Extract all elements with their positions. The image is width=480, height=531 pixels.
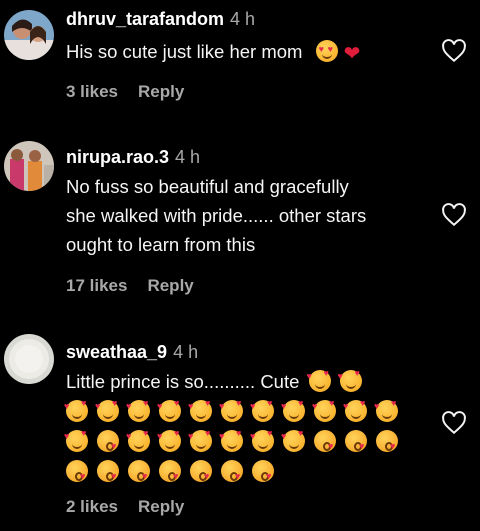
username[interactable]: dhruv_tarafandom [66, 9, 224, 29]
emoji-row: ♥ ♥ ♥ ♥ ♥ ♥ ♥ ♥ ♥ ♥ ♥ ♥ ♥ ♥ ♥ ♥ ♥ ♥ ♥ ♥ ♥ ♥ [64, 397, 440, 427]
emoji-row: ♥ ♥ ♥ ♥ ♥ ♥ ♥ [66, 457, 440, 487]
face-blowing-kiss-icon: ♥ [190, 460, 212, 482]
smiling-face-with-hearts-icon: ♥ ♥ [250, 429, 274, 452]
face-blowing-kiss-icon: ♥ [252, 460, 274, 482]
likes-count[interactable]: 3 likes [66, 82, 118, 101]
username[interactable]: sweathaa_9 [66, 342, 167, 362]
face-blowing-kiss-icon: ♥ [97, 430, 119, 452]
comment-header: dhruv_tarafandom 4 h [66, 9, 255, 30]
emoji-row: ♥ ♥ ♥ ♥ ♥ ♥ ♥ ♥ ♥ ♥ ♥ ♥ ♥ ♥ ♥ ♥ ♥ ♥ [64, 427, 440, 457]
comment-line: ought to learn from this [66, 234, 256, 255]
comment-text: Little prince is so.......... Cute ♥ ♥ ♥ ♥ … [64, 367, 440, 487]
comment-line: Little prince is so.......... Cute ♥ ♥ ♥ ♥ [66, 367, 440, 397]
smiling-face-with-hearts-icon: ♥ ♥ [307, 369, 331, 392]
comment-line: No fuss so beautiful and gracefully [66, 176, 349, 197]
smiling-face-with-hearts-icon: ♥ ♥ [157, 429, 181, 452]
face-blowing-kiss-icon: ♥ [376, 430, 398, 452]
comment-text: No fuss so beautiful and gracefully she … [66, 172, 418, 259]
smiling-face-with-hearts-icon: ♥ ♥ [250, 399, 274, 422]
like-heart-icon[interactable] [440, 202, 468, 228]
face-blowing-kiss-icon: ♥ [345, 430, 367, 452]
likes-count[interactable]: 2 likes [66, 497, 118, 516]
reply-button[interactable]: Reply [138, 497, 184, 516]
smiling-face-with-hearts-icon: ♥ ♥ [281, 399, 305, 422]
likes-count[interactable]: 17 likes [66, 276, 127, 295]
smiling-face-with-hearts-icon: ♥ ♥ [64, 429, 88, 452]
red-heart-icon: ❤ [343, 43, 361, 65]
smiling-face-with-hearts-icon: ♥ ♥ [338, 369, 362, 392]
reply-button[interactable]: Reply [138, 82, 184, 101]
smiling-face-with-hearts-icon: ♥ ♥ [64, 399, 88, 422]
smiling-face-with-hearts-icon: ♥ ♥ [188, 399, 212, 422]
face-blowing-kiss-icon: ♥ [97, 460, 119, 482]
face-blowing-kiss-icon: ♥ [128, 460, 150, 482]
smiling-face-with-hearts-icon: ♥ ♥ [219, 429, 243, 452]
smiling-face-with-hearts-icon: ♥ ♥ [126, 429, 150, 452]
comment-meta: 17 likes Reply [66, 276, 194, 296]
smiling-face-with-hearts-icon: ♥ ♥ [157, 399, 181, 422]
face-blowing-kiss-icon: ♥ [221, 460, 243, 482]
timestamp: 4 h [230, 9, 256, 29]
like-heart-icon[interactable] [440, 38, 468, 64]
reply-button[interactable]: Reply [147, 276, 193, 295]
comment-header: nirupa.rao.3 4 h [66, 147, 200, 168]
comment-body: Little prince is so.......... Cute [66, 371, 300, 392]
avatar[interactable] [4, 334, 54, 384]
smiling-face-with-hearts-icon: ♥ ♥ [343, 399, 367, 422]
comment-text: His so cute just like her mom ♥ ♥ ❤ [66, 37, 418, 69]
comment-line: she walked with pride...... other stars [66, 205, 367, 226]
comment-meta: 2 likes Reply [66, 497, 184, 517]
smiling-face-with-hearts-icon: ♥ ♥ [95, 399, 119, 422]
avatar[interactable] [4, 10, 54, 60]
smiling-face-with-heart-eyes-icon: ♥ ♥ [315, 40, 338, 62]
smiling-face-with-hearts-icon: ♥ ♥ [281, 429, 305, 452]
avatar[interactable] [4, 141, 54, 191]
timestamp: 4 h [175, 147, 201, 167]
face-blowing-kiss-icon: ♥ [66, 460, 88, 482]
timestamp: 4 h [173, 342, 199, 362]
smiling-face-with-hearts-icon: ♥ ♥ [126, 399, 150, 422]
comment-meta: 3 likes Reply [66, 82, 184, 102]
smiling-face-with-hearts-icon: ♥ ♥ [219, 399, 243, 422]
comment-header: sweathaa_9 4 h [66, 342, 198, 363]
smiling-face-with-hearts-icon: ♥ ♥ [374, 399, 398, 422]
smiling-face-with-hearts-icon: ♥ ♥ [188, 429, 212, 452]
like-heart-icon[interactable] [440, 410, 468, 436]
username[interactable]: nirupa.rao.3 [66, 147, 169, 167]
face-blowing-kiss-icon: ♥ [159, 460, 181, 482]
smiling-face-with-hearts-icon: ♥ ♥ [312, 399, 336, 422]
comment-body: His so cute just like her mom [66, 41, 303, 62]
face-blowing-kiss-icon: ♥ [314, 430, 336, 452]
